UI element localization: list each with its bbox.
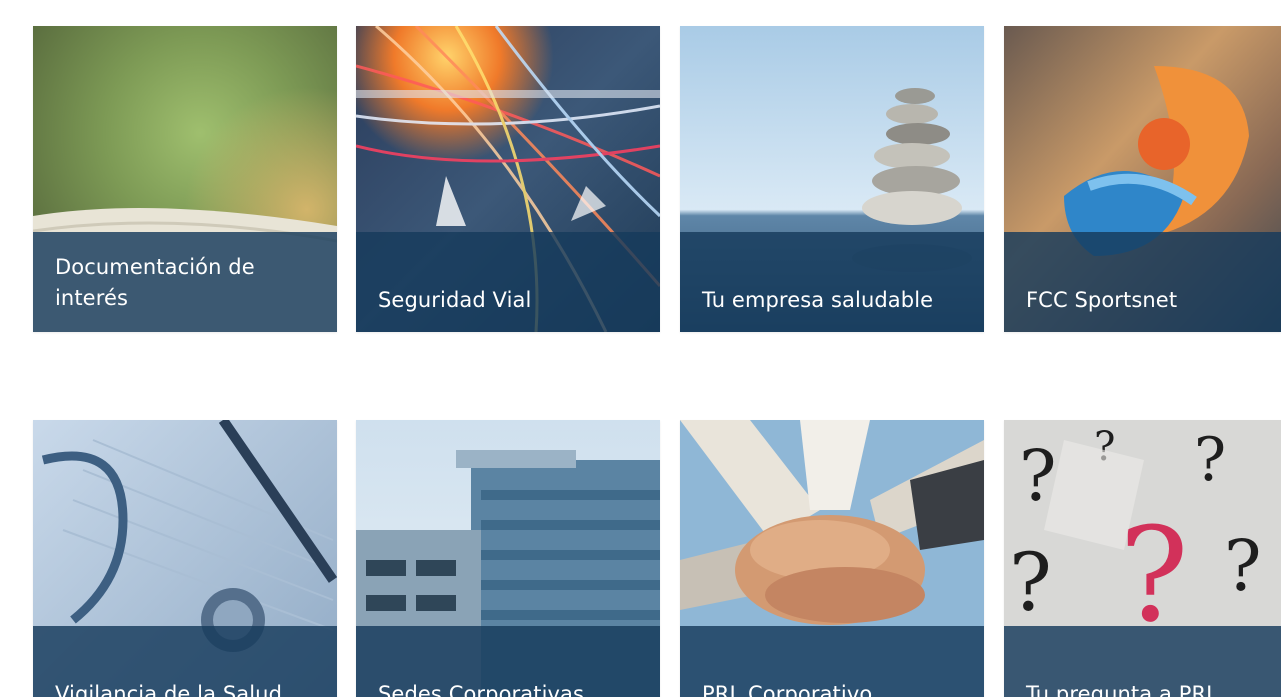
tile-empresa-saludable[interactable]: Tu empresa saludable xyxy=(680,26,984,332)
tile-caption: Documentación de interés xyxy=(33,232,337,332)
tile-pregunta-prl[interactable]: ? ? ? ? ? ? Tu pregunta a PRL xyxy=(1004,420,1281,697)
tile-sedes-corporativas[interactable]: Sedes Corporativas xyxy=(356,420,660,697)
tile-documentacion[interactable]: Documentación de interés xyxy=(33,26,337,332)
tile-label: PRL Corporativo xyxy=(702,682,873,697)
tile-label: Vigilancia de la Salud xyxy=(55,682,283,697)
tile-label: Documentación de xyxy=(55,255,255,279)
tile-label: interés xyxy=(55,286,129,310)
tile-label: Tu pregunta a PRL xyxy=(1026,682,1218,697)
tile-caption: Sedes Corporativas xyxy=(356,626,660,697)
svg-text:?: ? xyxy=(1224,525,1262,607)
tile-caption: PRL Corporativo xyxy=(680,626,984,697)
tile-label: Tu empresa saludable xyxy=(702,288,934,312)
tile-label: Sedes Corporativas xyxy=(378,682,585,697)
tile-prl-corporativo[interactable]: PRL Corporativo xyxy=(680,420,984,697)
tile-caption: Tu empresa saludable xyxy=(680,232,984,332)
tile-caption: Seguridad Vial xyxy=(356,232,660,332)
tile-label: Seguridad Vial xyxy=(378,288,532,312)
tile-label: FCC Sportsnet xyxy=(1026,288,1178,312)
tile-seguridad-vial[interactable]: Seguridad Vial xyxy=(356,26,660,332)
tile-vigilancia-salud[interactable]: Vigilancia de la Salud xyxy=(33,420,337,697)
tile-grid: Documentación de interés Seguridad Vial … xyxy=(0,0,1281,697)
tile-caption: FCC Sportsnet xyxy=(1004,232,1281,332)
tile-fcc-sportsnet[interactable]: FCC Sportsnet xyxy=(1004,26,1281,332)
tile-caption: Vigilancia de la Salud xyxy=(33,626,337,697)
svg-text:?: ? xyxy=(1009,536,1052,629)
svg-text:?: ? xyxy=(1194,425,1226,495)
tile-caption: Tu pregunta a PRL xyxy=(1004,626,1281,697)
